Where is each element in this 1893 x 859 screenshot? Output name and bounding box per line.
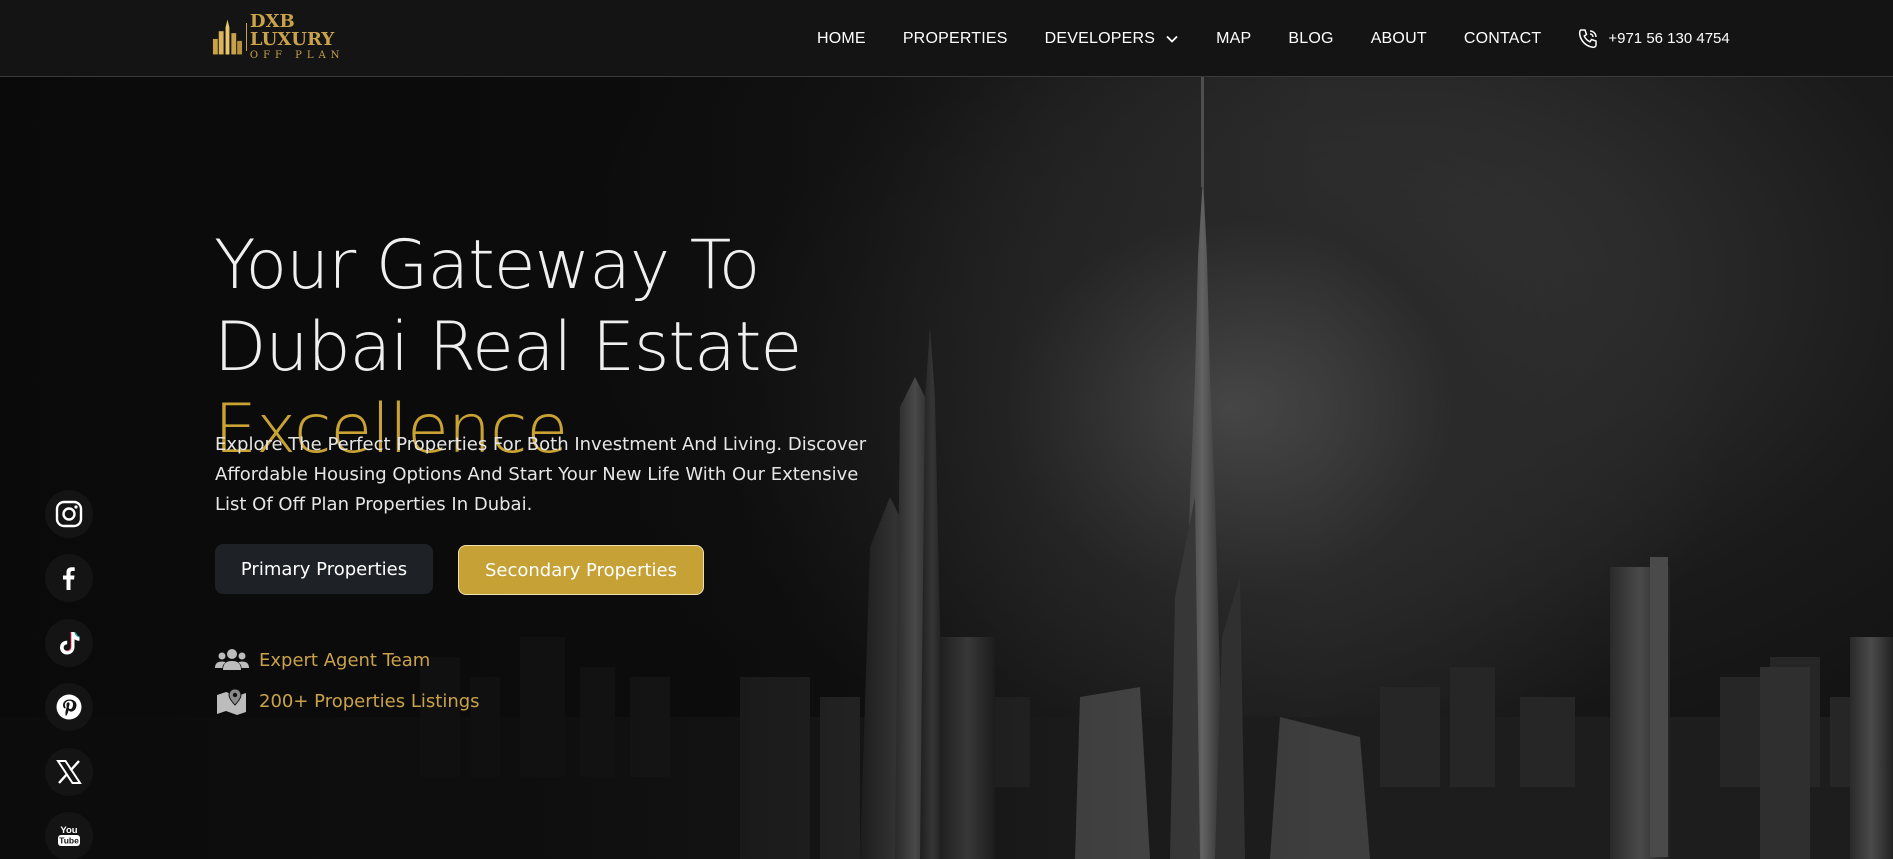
nav-properties[interactable]: PROPERTIES	[903, 30, 1008, 48]
social-tiktok[interactable]	[45, 619, 93, 667]
headline-line-2: Dubai Real Estate	[214, 308, 802, 387]
youtube-icon: You Tube	[58, 825, 80, 846]
feature-expert-team-label: Expert Agent Team	[259, 649, 431, 671]
x-icon	[56, 760, 82, 784]
phone-number: +971 56 130 4754	[1608, 30, 1730, 47]
main-nav: HOME PROPERTIES DEVELOPERS MAP BLOG ABOU…	[817, 0, 1730, 77]
users-icon	[215, 649, 249, 670]
site-header: DXB LUXURY OFF PLAN HOME PROPERTIES DEVE…	[0, 0, 1893, 77]
feature-property-listings-label: 200+ Properties Listings	[259, 690, 480, 712]
youtube-tube-text: Tube	[59, 836, 79, 846]
secondary-properties-button[interactable]: Secondary Properties	[458, 545, 704, 595]
logo-text: DXB LUXURY OFF PLAN	[250, 13, 381, 61]
social-pinterest[interactable]	[45, 683, 93, 731]
brand-logo[interactable]: DXB LUXURY OFF PLAN	[211, 13, 381, 61]
social-instagram[interactable]	[45, 490, 93, 538]
logo-divider	[245, 23, 247, 51]
chevron-down-icon	[1166, 35, 1178, 43]
nav-blog[interactable]: BLOG	[1288, 30, 1333, 48]
phone-icon	[1579, 28, 1598, 48]
nav-home[interactable]: HOME	[817, 30, 866, 48]
nav-map[interactable]: MAP	[1216, 30, 1251, 48]
phone-link[interactable]: +971 56 130 4754	[1576, 27, 1730, 51]
primary-properties-button[interactable]: Primary Properties	[215, 544, 433, 594]
feature-property-listings: 200+ Properties Listings	[215, 687, 480, 715]
map-marker-icon	[217, 688, 246, 715]
nav-about[interactable]: ABOUT	[1371, 30, 1427, 48]
instagram-icon	[55, 500, 83, 528]
skyline-logo-icon	[212, 19, 242, 55]
hero-description: Explore The Perfect Properties For Both …	[215, 434, 867, 515]
social-youtube[interactable]: You Tube	[45, 812, 93, 859]
facebook-icon	[63, 567, 75, 590]
brand-title: DXB LUXURY	[249, 11, 335, 50]
social-facebook[interactable]	[45, 554, 93, 602]
feature-expert-team: Expert Agent Team	[215, 646, 430, 674]
tiktok-icon	[60, 632, 80, 655]
nav-contact[interactable]: CONTACT	[1464, 30, 1542, 48]
nav-developers-label: DEVELOPERS	[1044, 29, 1156, 47]
brand-subtitle: OFF PLAN	[249, 50, 345, 61]
youtube-you-text: You	[60, 825, 77, 836]
nav-developers[interactable]: DEVELOPERS	[1045, 30, 1179, 48]
pinterest-icon	[56, 694, 82, 720]
headline-line-1: Your Gateway To	[214, 226, 760, 305]
social-x[interactable]	[45, 748, 93, 796]
